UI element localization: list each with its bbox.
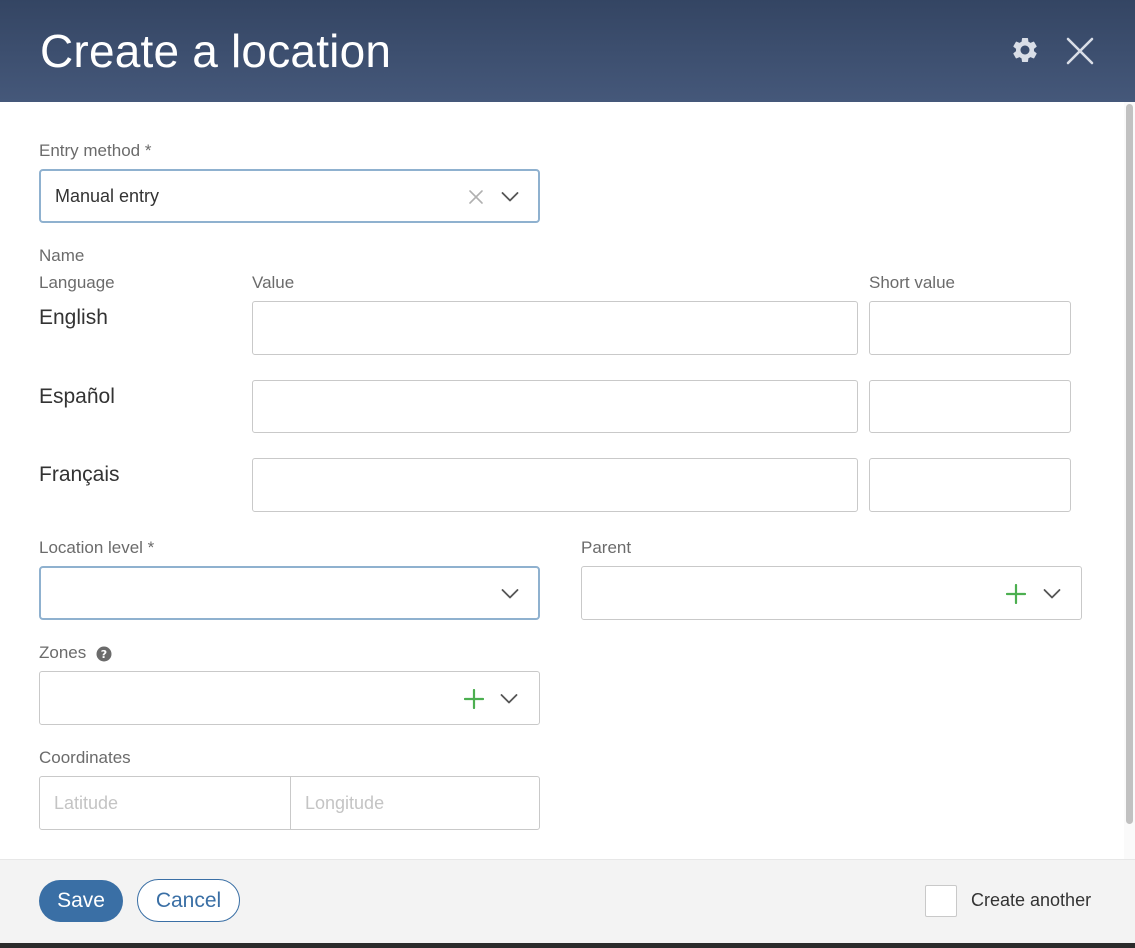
language-label-spanish: Español [39, 385, 115, 408]
short-value-french-input[interactable] [869, 458, 1071, 512]
name-section-label: Name [39, 246, 85, 265]
latitude-input[interactable]: Latitude [39, 776, 291, 830]
location-level-label: Location level * [39, 538, 155, 557]
zones-label: Zones [39, 643, 87, 662]
short-value-column-header: Short value [869, 273, 955, 292]
longitude-placeholder: Longitude [305, 793, 385, 813]
value-column-header: Value [252, 273, 295, 292]
dialog-header: Create a location [0, 0, 1135, 102]
cancel-button[interactable]: Cancel [137, 879, 240, 922]
svg-text:?: ? [101, 648, 107, 661]
latitude-placeholder: Latitude [54, 793, 119, 813]
gear-icon[interactable] [1008, 33, 1042, 67]
add-icon[interactable] [1004, 582, 1028, 606]
create-another-label[interactable]: Create another [971, 890, 1091, 911]
chevron-down-icon[interactable] [499, 583, 521, 605]
scrollbar-thumb[interactable] [1126, 104, 1133, 824]
parent-label: Parent [581, 538, 632, 557]
short-value-english-input[interactable] [869, 301, 1071, 355]
entry-method-value: Manual entry [55, 186, 160, 206]
name-value-french-input[interactable] [252, 458, 858, 512]
location-level-select[interactable] [39, 566, 540, 620]
name-value-english-input[interactable] [252, 301, 858, 355]
language-column-header: Language [39, 273, 115, 292]
save-button[interactable]: Save [39, 880, 123, 922]
chevron-down-icon[interactable] [499, 186, 521, 208]
create-another-checkbox[interactable] [925, 885, 957, 917]
dialog-title: Create a location [40, 25, 392, 77]
entry-method-label: Entry method * [39, 141, 152, 160]
help-icon[interactable]: ? [95, 645, 113, 663]
clear-icon[interactable] [465, 186, 487, 208]
short-value-spanish-input[interactable] [869, 380, 1071, 433]
zones-select[interactable] [39, 671, 540, 725]
longitude-input[interactable]: Longitude [290, 776, 540, 830]
window-bottom-edge [0, 943, 1135, 948]
language-label-french: Français [39, 463, 120, 486]
entry-method-select[interactable]: Manual entry [39, 169, 540, 223]
language-label-english: English [39, 306, 108, 329]
close-icon[interactable] [1062, 33, 1098, 69]
chevron-down-icon[interactable] [1041, 583, 1063, 605]
name-value-spanish-input[interactable] [252, 380, 858, 433]
chevron-down-icon[interactable] [498, 688, 520, 710]
add-icon[interactable] [462, 687, 486, 711]
coordinates-label: Coordinates [39, 748, 131, 767]
parent-select[interactable] [581, 566, 1082, 620]
